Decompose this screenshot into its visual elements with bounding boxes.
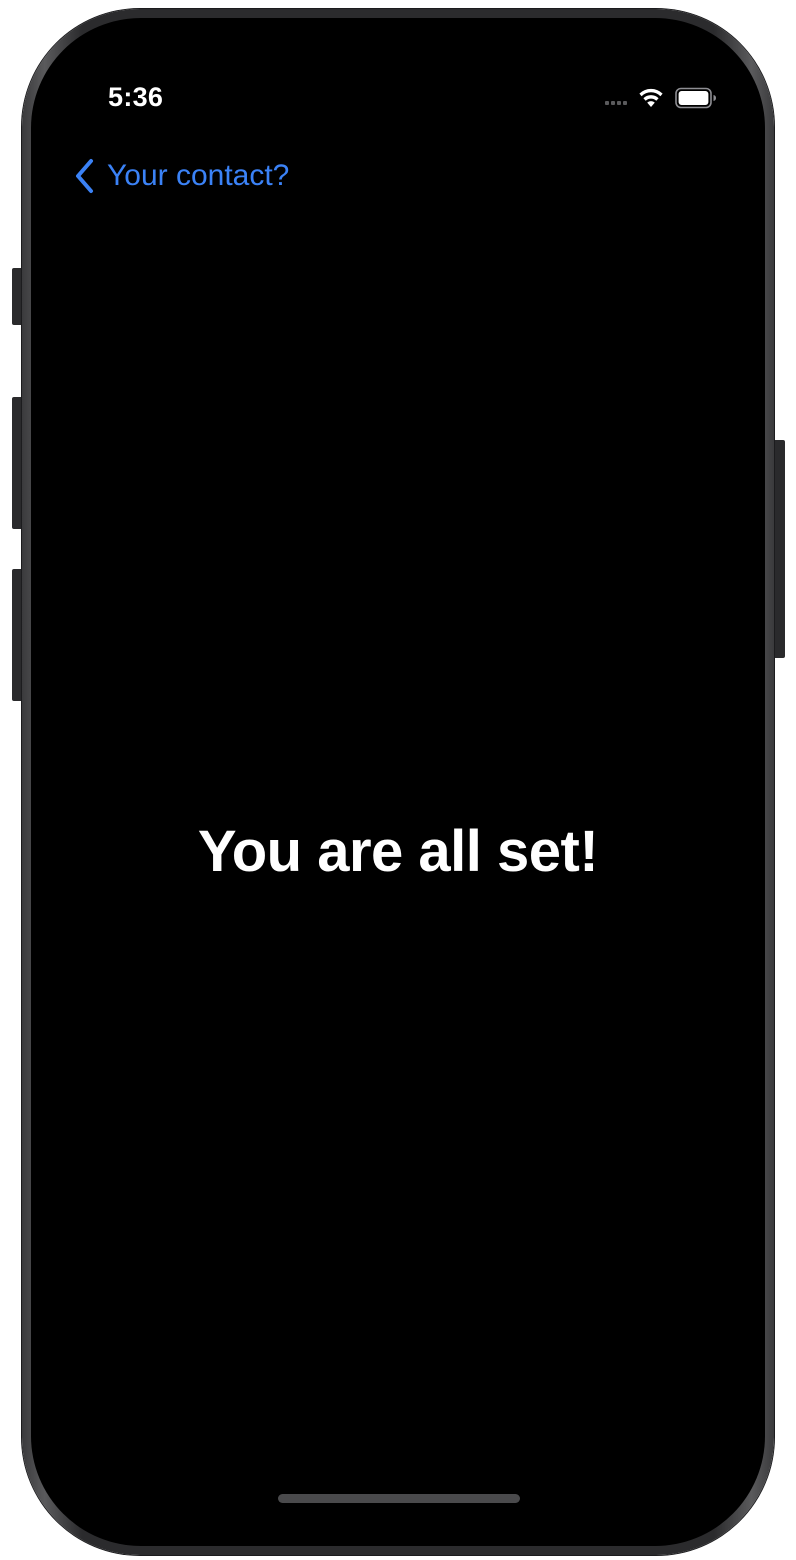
battery-icon bbox=[675, 87, 716, 109]
status-time: 5:36 bbox=[108, 82, 164, 112]
device-page: 5:36 Your contact? You are all set! bbox=[0, 0, 796, 1560]
status-icons bbox=[605, 86, 717, 110]
back-button[interactable]: Your contact? bbox=[73, 158, 289, 194]
page-title: You are all set! bbox=[197, 819, 599, 884]
phone-screen: 5:36 Your contact? You are all set! bbox=[31, 18, 765, 1546]
chevron-left-icon bbox=[76, 159, 93, 193]
cellular-signal-icon bbox=[605, 101, 627, 105]
home-indicator[interactable] bbox=[278, 1494, 520, 1503]
wifi-icon bbox=[639, 88, 663, 107]
power-button bbox=[773, 440, 785, 658]
back-label: Your contact? bbox=[107, 159, 290, 192]
